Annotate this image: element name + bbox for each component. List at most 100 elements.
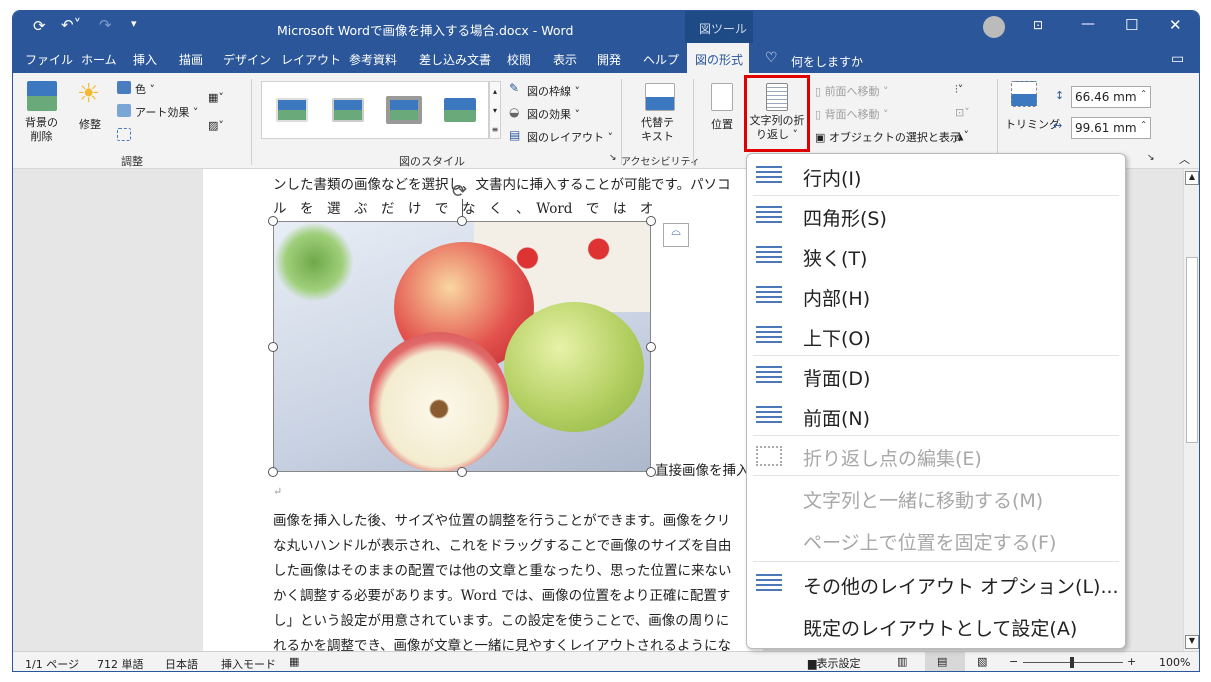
art-effects-button[interactable]: アート効果 ˅ xyxy=(135,104,198,120)
menu-item-2[interactable]: 狭く(T) xyxy=(747,236,1125,276)
minimize-button[interactable]: — xyxy=(1081,16,1095,32)
menu-item-4[interactable]: 上下(O) xyxy=(747,316,1125,356)
text-line: し」という設定が用意されています。この設定を使うことで、画像の周りに xyxy=(273,613,730,629)
corrections-icon: ☀ xyxy=(77,79,101,109)
height-input[interactable]: 66.46 mm ⌃ xyxy=(1071,86,1151,108)
send-backward-button[interactable]: ▯ 背面へ移動 ˅ xyxy=(815,106,889,122)
wrap-text-button[interactable]: 文字列の折 り返し ˅ xyxy=(744,75,810,152)
bring-forward-button[interactable]: ▯ 前面へ移動 ˅ xyxy=(815,83,889,99)
menu-item-10[interactable]: その他のレイアウト オプション(L)... xyxy=(747,564,1125,604)
alt-text-button[interactable]: 代替テ キスト xyxy=(641,116,674,144)
tab-8[interactable]: 校閲 xyxy=(507,51,531,68)
rotate-icon[interactable]: ◮˅ xyxy=(955,129,969,142)
redo-icon[interactable]: ↷ xyxy=(99,16,112,34)
scroll-down-button[interactable]: ▼ xyxy=(1185,635,1199,649)
tab-12[interactable]: 図の形式 xyxy=(695,51,743,68)
transparency-icon[interactable] xyxy=(117,128,131,141)
selection-pane-button[interactable]: ▣ オブジェクトの選択と表示 xyxy=(815,129,961,145)
position-icon xyxy=(711,83,733,111)
position-button[interactable]: 位置 xyxy=(711,116,733,132)
tab-9[interactable]: 表示 xyxy=(553,51,577,68)
tell-me-search[interactable]: 何をしますか xyxy=(791,53,863,70)
page-count[interactable]: 1/1 ページ xyxy=(25,656,79,671)
picture-styles-gallery[interactable] xyxy=(261,81,489,139)
tab-10[interactable]: 開発 xyxy=(597,51,621,68)
remove-background-icon xyxy=(27,81,57,111)
crop-button[interactable]: トリミング xyxy=(1005,116,1060,132)
corrections-button[interactable]: 修整 xyxy=(79,116,101,132)
text-line: かく調整する必要があります。Word では、画像の位置をより正確に配置す xyxy=(273,588,731,604)
wrap-square-icon xyxy=(756,206,782,226)
tab-3[interactable]: 描画 xyxy=(179,51,203,68)
ribbon-display-icon[interactable]: ⊡ xyxy=(1033,18,1043,32)
tab-1[interactable]: ホーム xyxy=(81,51,117,68)
tab-7[interactable]: 差し込み文書 xyxy=(419,51,491,68)
customize-qat-icon[interactable]: ▾ xyxy=(131,17,137,30)
layout-options-icon[interactable]: ⌓ xyxy=(663,223,689,247)
collapse-ribbon-icon[interactable]: ︿ xyxy=(1179,151,1190,167)
wrap-text-menu: 行内(I) 四角形(S) 狭く(T) 内部(H) 上下(O) 背面(D) 前面(N) 折り返し… xyxy=(746,153,1126,649)
group-label-adjust: 調整 xyxy=(121,155,143,168)
tab-6[interactable]: 参考資料 xyxy=(349,51,397,68)
picture-effects-button[interactable]: 図の効果 ˅ xyxy=(527,106,580,122)
tab-5[interactable]: レイアウト xyxy=(281,51,341,68)
menu-item-5[interactable]: 背面(D) xyxy=(747,356,1125,396)
autosave-icon[interactable]: ⟳ xyxy=(33,17,46,35)
wrap-inline-icon xyxy=(756,166,782,186)
menu-item-11[interactable]: 既定のレイアウトとして設定(A) xyxy=(747,606,1125,646)
tab-0[interactable]: ファイル xyxy=(25,51,73,68)
print-layout-icon[interactable]: ▤ xyxy=(937,655,947,668)
zoom-slider-thumb[interactable] xyxy=(1070,657,1074,668)
window-title: Microsoft Wordで画像を挿入する場合.docx - Word xyxy=(277,23,574,38)
display-settings-button[interactable]: ▆表示設定 xyxy=(808,655,860,671)
language[interactable]: 日本語 xyxy=(165,656,198,671)
menu-item-1[interactable]: 四角形(S) xyxy=(747,196,1125,236)
gallery-scroll[interactable]: ▴ ▾ ≡ xyxy=(489,81,501,139)
menu-item-label: その他のレイアウト オプション(L)... xyxy=(803,576,1119,598)
read-mode-icon[interactable]: ▥ xyxy=(897,655,907,668)
comments-icon[interactable]: ▭ xyxy=(1171,51,1184,67)
zoom-level[interactable]: 100% xyxy=(1159,656,1190,669)
macro-icon[interactable]: ▦ xyxy=(289,655,299,668)
tab-11[interactable]: ヘルプ xyxy=(643,51,679,68)
menu-item-label: 折り返し点の編集(E) xyxy=(803,448,982,470)
width-input[interactable]: 99.61 mm ⌃ xyxy=(1071,117,1151,139)
selected-picture[interactable] xyxy=(273,221,651,472)
menu-item-3[interactable]: 内部(H) xyxy=(747,276,1125,316)
insert-mode[interactable]: 挿入モード xyxy=(221,656,276,671)
picture-border-icon: ✎ xyxy=(509,81,520,95)
menu-item-9[interactable]: ページ上で位置を固定する(F) xyxy=(747,520,1125,560)
menu-item-0[interactable]: 行内(I) xyxy=(747,156,1125,196)
web-layout-icon[interactable]: ▧ xyxy=(977,655,987,668)
picture-layout-button[interactable]: 図のレイアウト ˅ xyxy=(527,129,613,145)
remove-background-button[interactable]: 背景の 削除 xyxy=(25,116,58,144)
menu-item-7[interactable]: 折り返し点の編集(E) xyxy=(747,436,1125,476)
size-launcher-icon[interactable]: ↘ xyxy=(1147,153,1155,163)
word-count[interactable]: 712 単語 xyxy=(97,656,144,671)
account-avatar[interactable] xyxy=(983,16,1005,38)
rotate-handle-icon[interactable]: ⟳ xyxy=(452,181,467,202)
text-line: 画像を挿入した後、サイズや位置の調整を行うことができます。画像をクリ xyxy=(273,513,731,529)
tab-2[interactable]: 挿入 xyxy=(133,51,157,68)
document-page[interactable]: ンした書類の画像などを選択し、文書内に挿入することが可能です。パソコ ル を 選… xyxy=(203,169,763,654)
tab-4[interactable]: デザイン xyxy=(223,51,271,68)
group-icon[interactable]: ⊡˅ xyxy=(955,106,970,119)
color-button[interactable]: 色 ˅ xyxy=(135,81,155,97)
menu-item-8[interactable]: 文字列と一緒に移動する(M) xyxy=(747,478,1125,518)
scroll-thumb[interactable] xyxy=(1186,257,1198,443)
compress-pictures-icon[interactable]: ▦˅ xyxy=(208,91,224,104)
change-picture-icon[interactable]: ▨˅ xyxy=(208,119,224,132)
close-button[interactable]: ✕ xyxy=(1169,16,1182,34)
zoom-in-button[interactable]: + xyxy=(1127,655,1136,668)
paragraph-mark: ↵ xyxy=(273,485,283,498)
scroll-up-button[interactable]: ▲ xyxy=(1185,171,1199,185)
zoom-out-button[interactable]: − xyxy=(1009,655,1018,668)
undo-icon[interactable]: ↶˅ xyxy=(61,16,81,34)
menu-item-6[interactable]: 前面(N) xyxy=(747,396,1125,436)
align-icon[interactable]: ⫶˅ xyxy=(955,83,963,97)
wrap-behind-icon xyxy=(756,366,782,386)
picture-border-button[interactable]: 図の枠線 ˅ xyxy=(527,83,580,99)
styles-launcher-icon[interactable]: ↘ xyxy=(609,153,617,163)
maximize-button[interactable]: ☐ xyxy=(1125,16,1138,34)
vertical-scrollbar[interactable]: ▲ ▼ xyxy=(1183,169,1199,651)
